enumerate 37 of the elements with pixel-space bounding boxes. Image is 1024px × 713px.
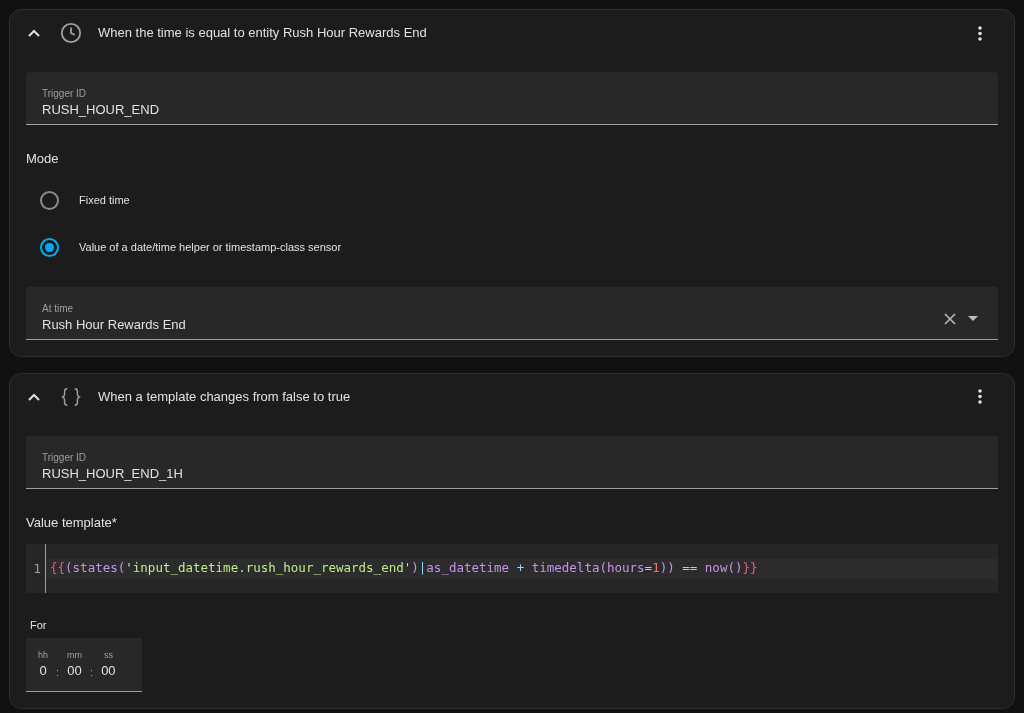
trigger-title: When the time is equal to entity Rush Hour Rewards End xyxy=(98,24,428,43)
field-value: Rush Hour Rewards End xyxy=(42,315,187,334)
unit-value[interactable]: 0 xyxy=(39,660,47,681)
text-field[interactable]: At time Rush Hour Rewards End xyxy=(26,286,998,340)
chevron-icon[interactable] xyxy=(28,392,40,401)
unit-label: mm xyxy=(67,648,83,661)
field-value: RUSH_HOUR_END_1H xyxy=(42,464,184,483)
unit-label: ss xyxy=(103,648,113,661)
radio-button[interactable] xyxy=(40,237,59,257)
field-label: Trigger ID xyxy=(42,451,88,464)
mode-label: Mode xyxy=(26,150,60,168)
unit-label: hh xyxy=(38,648,48,661)
time-separator: : xyxy=(55,665,61,680)
field-label: Trigger ID xyxy=(42,88,88,100)
template-label: Value template* xyxy=(26,513,118,532)
dropdown-caret-icon[interactable] xyxy=(968,316,978,321)
code-editor[interactable]: 1 {{(states('input_datetime.rush_hour_rewards_end')|as_datetime + timedelta(hours=1)) == now()}} xyxy=(26,544,998,593)
radio-label: Value of a date/time helper or timestamp-class sensor xyxy=(79,239,342,255)
text-field[interactable]: Trigger ID RUSH_HOUR_END xyxy=(26,72,998,125)
unit-value[interactable]: 00 xyxy=(67,660,82,681)
for-label: For xyxy=(30,618,48,633)
trigger-title: When a template changes from false to true xyxy=(98,387,352,406)
radio-label: Fixed time xyxy=(79,192,130,208)
clock-icon xyxy=(60,22,82,44)
time-separator: : xyxy=(89,665,95,680)
braces-icon xyxy=(60,385,82,408)
chevron-icon[interactable] xyxy=(28,29,40,37)
more-icon[interactable] xyxy=(978,25,982,41)
more-icon[interactable] xyxy=(978,389,982,404)
field-label: At time xyxy=(42,302,75,315)
text-field[interactable]: Trigger ID RUSH_HOUR_END_1H xyxy=(26,435,998,489)
radio-button[interactable] xyxy=(40,190,59,210)
duration-input[interactable]: hh 0 : mm 00 : ss 00 xyxy=(26,637,142,692)
unit-value[interactable]: 00 xyxy=(101,660,116,681)
clear-icon[interactable] xyxy=(944,312,956,325)
code-line: {{(states('input_datetime.rush_hour_rewards_end')|as_datetime + timedelta(hours=1)) == now()}} xyxy=(50,559,758,578)
field-value: RUSH_HOUR_END xyxy=(42,101,161,119)
